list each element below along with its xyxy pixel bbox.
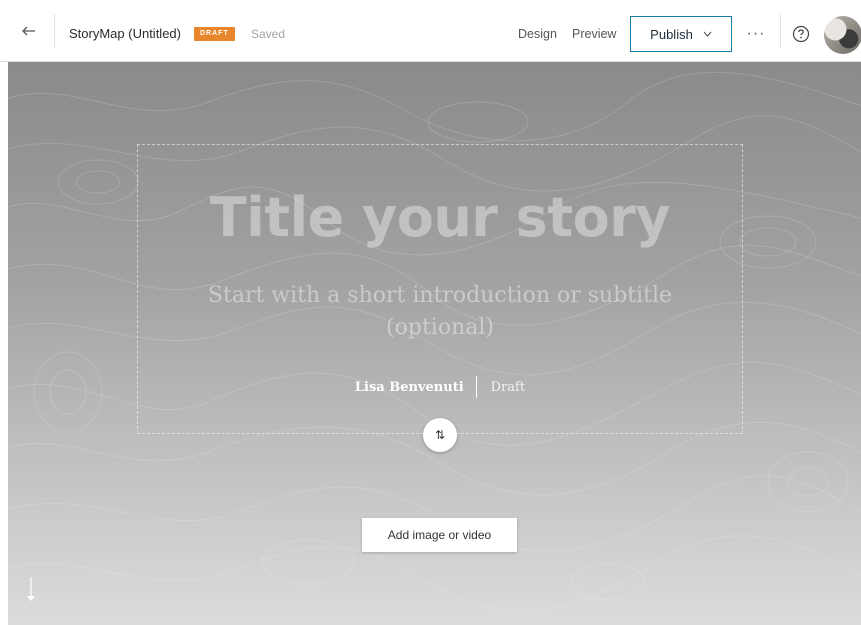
user-avatar[interactable]: [824, 16, 861, 54]
story-title-input[interactable]: Title your story: [137, 186, 743, 249]
back-button[interactable]: [12, 14, 46, 48]
question-circle-icon: [792, 25, 810, 43]
story-subtitle-input[interactable]: Start with a short introduction or subti…: [175, 280, 705, 344]
help-button[interactable]: [791, 24, 811, 44]
design-link[interactable]: Design: [518, 27, 557, 41]
chevron-down-icon: [703, 31, 712, 37]
add-image-or-video-button[interactable]: Add image or video: [362, 518, 517, 552]
divider: [780, 14, 781, 48]
add-media-label: Add image or video: [387, 528, 492, 542]
divider: [54, 14, 55, 48]
draft-badge: DRAFT: [194, 27, 235, 41]
arrow-left-icon: [22, 26, 35, 36]
publish-label: Publish: [650, 26, 693, 42]
more-options-button[interactable]: ···: [742, 20, 770, 48]
story-title[interactable]: StoryMap (Untitled): [69, 26, 181, 41]
author-name[interactable]: Lisa Benvenuti: [355, 380, 476, 395]
save-status: Saved: [251, 27, 286, 41]
byline: Lisa Benvenuti Draft: [137, 376, 743, 398]
swap-arrows-icon: ⇅: [434, 428, 446, 442]
scroll-down-icon: [27, 577, 35, 601]
swap-layout-button[interactable]: ⇅: [423, 418, 457, 452]
app-header: StoryMap (Untitled) DRAFT Saved Design P…: [0, 0, 861, 62]
more-icon: ···: [746, 25, 766, 42]
story-status: Draft: [490, 379, 526, 395]
publish-button[interactable]: Publish: [630, 16, 732, 52]
preview-link[interactable]: Preview: [572, 27, 616, 41]
